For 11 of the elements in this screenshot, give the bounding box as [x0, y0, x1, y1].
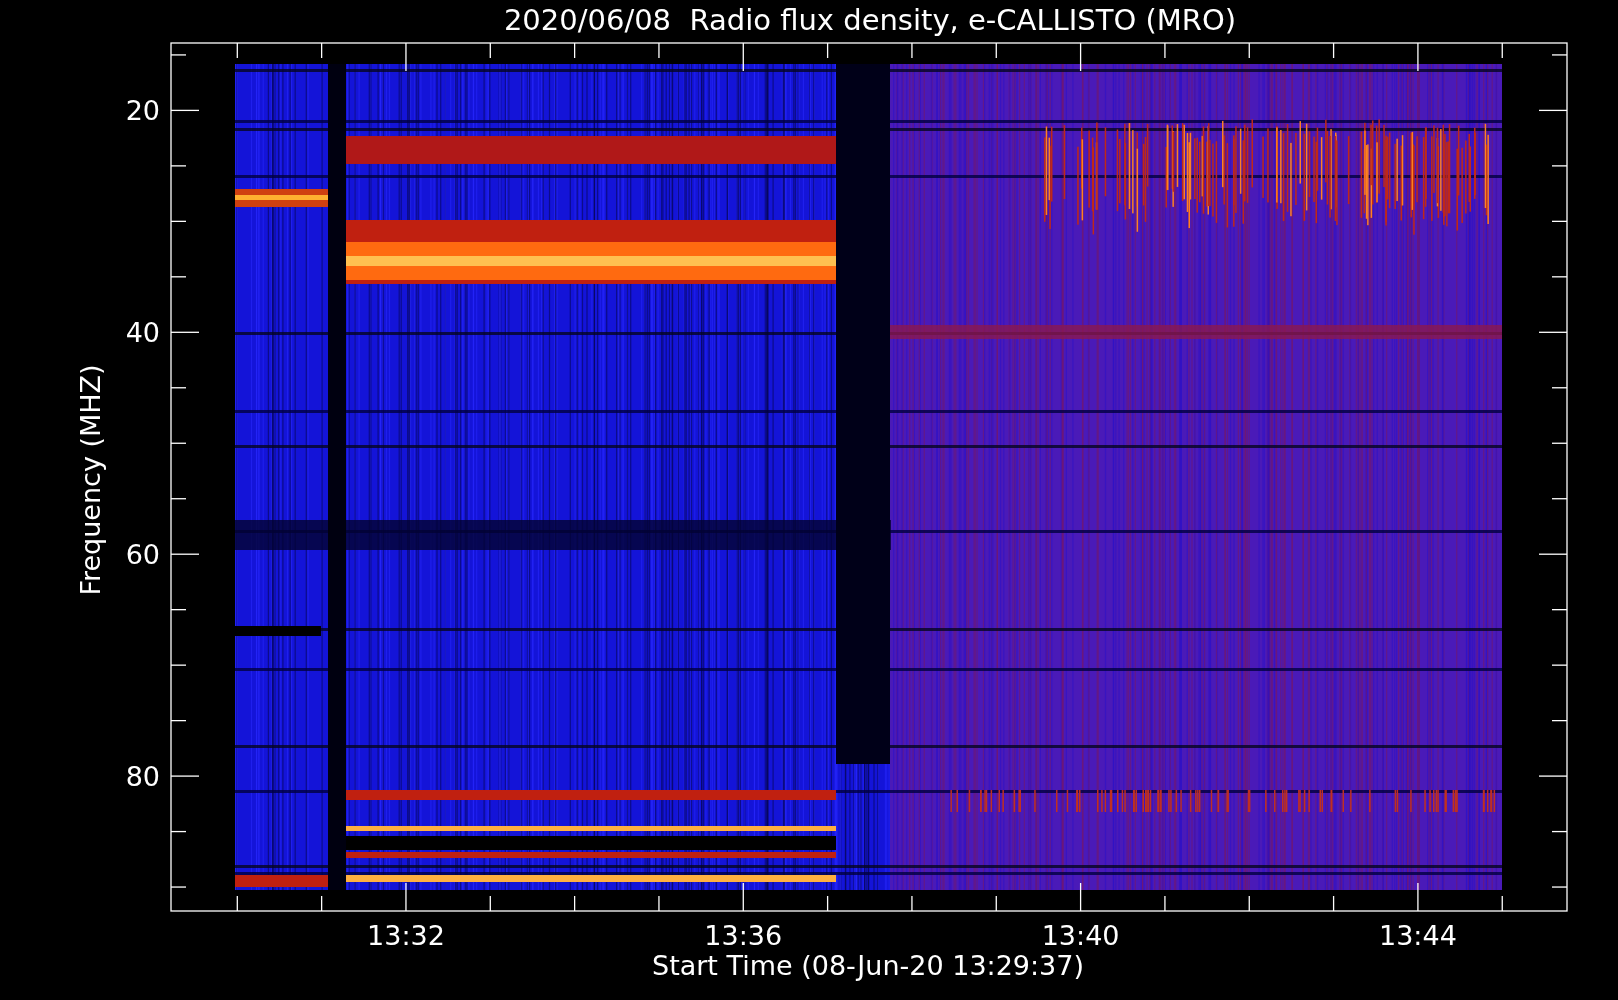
axis-tick-label: 40 — [125, 317, 160, 349]
chart-title: 2020/06/08 Radio flux density, e-CALLISTO (MRO) — [503, 3, 1237, 37]
axis-tick-label: 60 — [125, 539, 160, 571]
axis-tick-label: 20 — [125, 95, 160, 127]
axis-tick-label: 80 — [125, 761, 160, 793]
axis-tick-label: 13:32 — [367, 920, 445, 951]
x-axis-title: Start Time (08-Jun-20 13:29:37) — [652, 950, 1084, 981]
y-axis-title: Frequency (MHZ) — [75, 364, 106, 596]
axis-tick-label: 13:40 — [1041, 920, 1120, 951]
axis-tick-label: 13:44 — [1379, 920, 1457, 951]
axis-tick-label: 13:36 — [704, 920, 783, 951]
